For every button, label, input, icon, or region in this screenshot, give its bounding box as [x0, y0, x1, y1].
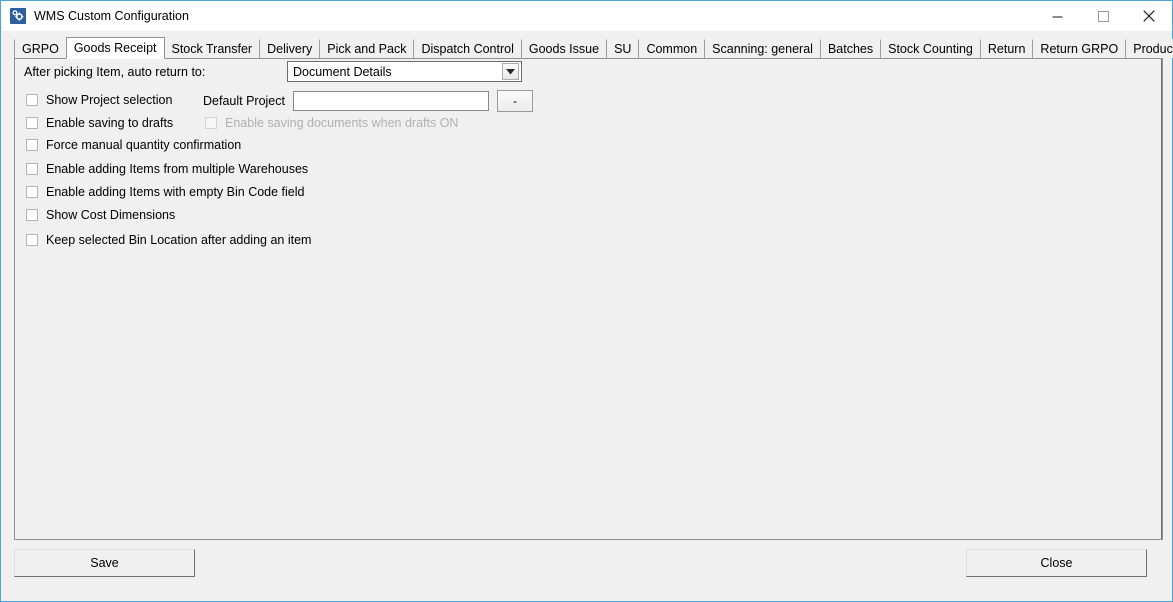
maximize-button[interactable] [1080, 1, 1126, 31]
close-window-button[interactable] [1126, 1, 1172, 31]
checkbox-label: Enable saving to drafts [46, 116, 173, 130]
tab-grpo[interactable]: GRPO [14, 39, 67, 58]
default-project-row: Default Project - [203, 90, 533, 112]
checkbox-box[interactable] [26, 186, 38, 198]
checkbox-box [205, 117, 217, 129]
tab-common[interactable]: Common [638, 39, 705, 58]
tab-return[interactable]: Return [980, 39, 1034, 58]
show-project-selection-row: Show Project selection [26, 93, 172, 107]
checkbox-label: Enable saving documents when drafts ON [225, 116, 458, 130]
checkbox-box[interactable] [26, 94, 38, 106]
show-cost-dimensions-row: Show Cost Dimensions [26, 208, 175, 222]
auto-return-label: After picking Item, auto return to: [24, 65, 205, 79]
tab-return-grpo[interactable]: Return GRPO [1032, 39, 1126, 58]
close-button[interactable]: Close [966, 549, 1147, 577]
auto-return-select[interactable]: Document Details [287, 61, 522, 82]
tab-strip: GRPOGoods ReceiptStock TransferDeliveryP… [14, 36, 1172, 58]
checkbox-label: Show Cost Dimensions [46, 208, 175, 222]
chevron-down-icon[interactable] [502, 63, 519, 80]
auto-return-row: After picking Item, auto return to: [24, 65, 205, 79]
app-window: WMS Custom Configuration GRPOGoods Recei [0, 0, 1173, 602]
checkbox-show-cost-dimensions[interactable]: Show Cost Dimensions [26, 208, 175, 222]
enable-saving-drafts-row: Enable saving to drafts [26, 116, 173, 130]
default-project-input[interactable] [293, 91, 489, 111]
window-title: WMS Custom Configuration [34, 9, 189, 23]
auto-return-selected-value: Document Details [288, 65, 502, 79]
checkbox-box[interactable] [26, 139, 38, 151]
checkbox-enable-saving-to-drafts[interactable]: Enable saving to drafts [26, 116, 173, 130]
force-manual-quantity-row: Force manual quantity confirmation [26, 138, 241, 152]
tab-goods-issue[interactable]: Goods Issue [521, 39, 607, 58]
minimize-button[interactable] [1034, 1, 1080, 31]
tab-stock-counting[interactable]: Stock Counting [880, 39, 981, 58]
checkbox-box[interactable] [26, 234, 38, 246]
tab-delivery[interactable]: Delivery [259, 39, 320, 58]
checkbox-enable-adding-items-from-multiple-warehouses[interactable]: Enable adding Items from multiple Wareho… [26, 162, 308, 176]
footer-bar: Save Close [1, 540, 1172, 601]
checkbox-label: Force manual quantity confirmation [46, 138, 241, 152]
checkbox-enable-adding-items-with-empty-bin-code[interactable]: Enable adding Items with empty Bin Code … [26, 185, 304, 199]
checkbox-keep-selected-bin-location[interactable]: Keep selected Bin Location after adding … [26, 233, 311, 247]
tab-stock-transfer[interactable]: Stock Transfer [164, 39, 261, 58]
tab-batches[interactable]: Batches [820, 39, 881, 58]
tab-su[interactable]: SU [606, 39, 639, 58]
checkbox-enable-saving-documents-when-drafts-on: Enable saving documents when drafts ON [205, 116, 458, 130]
checkbox-label: Show Project selection [46, 93, 172, 107]
checkbox-label: Enable adding Items with empty Bin Code … [46, 185, 304, 199]
tab-panel-goods-receipt: After picking Item, auto return to: Docu… [14, 58, 1163, 540]
checkbox-label: Keep selected Bin Location after adding … [46, 233, 311, 247]
checkbox-force-manual-quantity-confirmation[interactable]: Force manual quantity confirmation [26, 138, 241, 152]
tab-pick-and-pack[interactable]: Pick and Pack [319, 39, 414, 58]
tab-goods-receipt[interactable]: Goods Receipt [66, 37, 165, 59]
tab-production[interactable]: Production [1125, 39, 1173, 58]
default-project-picker-button[interactable]: - [497, 90, 533, 112]
title-bar: WMS Custom Configuration [1, 1, 1172, 31]
goods-receipt-form: After picking Item, auto return to: Docu… [15, 59, 1162, 539]
tab-scanning-general[interactable]: Scanning: general [704, 39, 821, 58]
gear-icon [10, 8, 26, 24]
keep-bin-location-row: Keep selected Bin Location after adding … [26, 233, 311, 247]
enable-saving-documents-row: Enable saving documents when drafts ON [205, 116, 458, 130]
default-project-label: Default Project [203, 94, 285, 108]
checkbox-show-project-selection[interactable]: Show Project selection [26, 93, 172, 107]
checkbox-box[interactable] [26, 163, 38, 175]
checkbox-label: Enable adding Items from multiple Wareho… [46, 162, 308, 176]
save-button[interactable]: Save [14, 549, 195, 577]
tab-dispatch-control[interactable]: Dispatch Control [413, 39, 521, 58]
auto-return-combo-wrap: Document Details [287, 61, 522, 82]
checkbox-box[interactable] [26, 209, 38, 221]
multiple-warehouses-row: Enable adding Items from multiple Wareho… [26, 162, 308, 176]
window-controls [1034, 1, 1172, 31]
empty-bin-code-row: Enable adding Items with empty Bin Code … [26, 185, 304, 199]
checkbox-box[interactable] [26, 117, 38, 129]
